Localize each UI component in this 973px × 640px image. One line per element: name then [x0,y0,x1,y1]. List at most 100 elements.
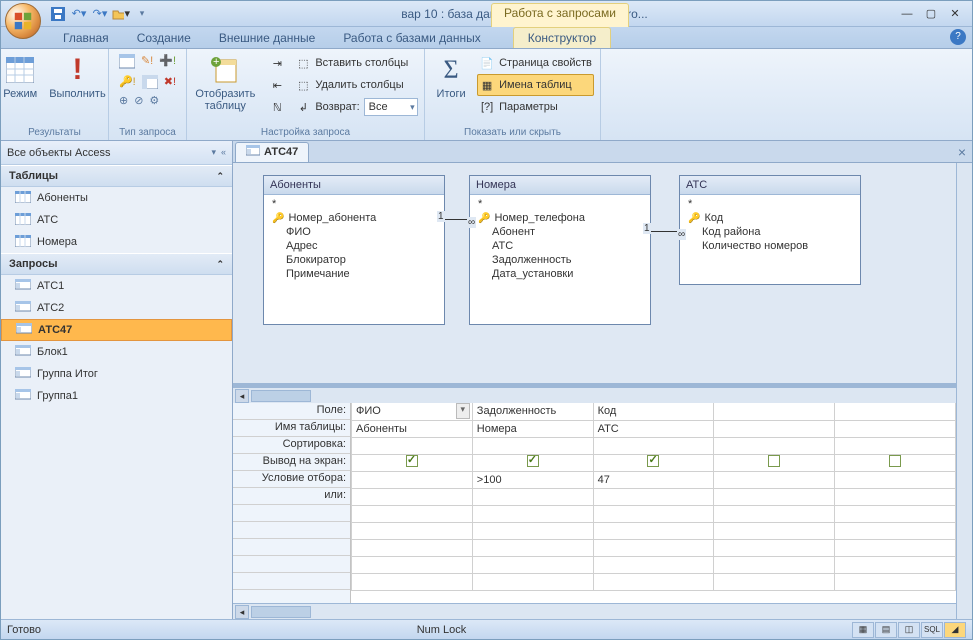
nav-dropdown-icon[interactable]: ▾ « [211,147,226,158]
qbe-cell[interactable]: Код [593,403,714,420]
show-table-button[interactable]: + Отобразить таблицу [191,52,259,114]
qbe-hscroll[interactable]: ◂ [233,603,956,619]
maximize-button[interactable]: ▢ [922,7,940,20]
close-button[interactable]: ✕ [946,7,964,20]
crosstab-icon[interactable] [142,75,158,92]
open-icon[interactable]: ▾ [112,5,130,23]
parameters-button[interactable]: [?]Параметры [477,96,594,118]
nav-item[interactable]: Номера [1,231,232,253]
tab-create[interactable]: Создание [123,28,205,48]
qbe-cell[interactable] [714,471,835,488]
nav-item[interactable]: АТС47 [1,319,232,341]
qbe-cell[interactable] [835,488,956,505]
qbe-columns[interactable]: ФИОЗадолженностьКодАбонентыНомераАТС>100… [351,403,956,603]
qbe-cell[interactable] [714,420,835,437]
qbe-cell[interactable] [593,454,714,471]
datadef-icon[interactable]: ⚙ [149,94,159,107]
qbe-cell[interactable] [472,437,593,454]
qbe-cell[interactable]: АТС [593,420,714,437]
scroll-thumb[interactable] [251,390,311,402]
qbe-cell[interactable] [835,403,956,420]
qbe-cell[interactable] [714,454,835,471]
qbe-cell[interactable] [472,488,593,505]
nav-item[interactable]: Группа1 [1,385,232,407]
tab-home[interactable]: Главная [49,28,123,48]
doc-tab-atc47[interactable]: АТС47 [235,142,309,162]
return-combo[interactable]: Все [364,98,418,116]
qbe-cell[interactable]: Номера [472,420,593,437]
qbe-cell[interactable] [835,437,956,454]
nav-item[interactable]: АТС [1,209,232,231]
redo-icon[interactable]: ↷▾ [91,5,109,23]
qbe-cell[interactable] [352,471,473,488]
qbe-cell[interactable] [835,420,956,437]
qat-more-icon[interactable]: ▾ [133,5,151,23]
qbe-cell[interactable] [593,488,714,505]
delete-cols-button[interactable]: ⬚Удалить столбцы [293,74,419,96]
qbe-cell[interactable] [472,454,593,471]
table-header[interactable]: Номера [470,176,650,195]
passthrough-icon[interactable]: ⊘ [134,94,143,107]
chart-view-button[interactable]: ◫ [898,622,920,638]
make-table-icon[interactable]: ✎! [141,54,153,67]
pivot-view-button[interactable]: ▤ [875,622,897,638]
query-design-surface[interactable]: Абоненты*🔑Номер_абонентаФИОАдресБлокират… [233,163,956,387]
save-icon[interactable] [49,5,67,23]
qbe-cell[interactable]: Абоненты [352,420,473,437]
qbe-cell[interactable]: Задолженность [472,403,593,420]
nav-item[interactable]: Группа Итог [1,363,232,385]
nav-category[interactable]: Запросы⌃ [1,253,232,275]
show-checkbox[interactable] [647,455,659,467]
update-icon[interactable]: 🔑! [119,75,136,88]
nav-item[interactable]: АТС2 [1,297,232,319]
scroll-left-icon[interactable]: ◂ [235,389,249,403]
union-icon[interactable]: ⊕ [119,94,128,107]
table-box[interactable]: Номера*🔑Номер_телефонаАбонентАТСЗадолжен… [469,175,651,325]
table-box[interactable]: Абоненты*🔑Номер_абонентаФИОАдресБлокират… [263,175,445,325]
show-checkbox[interactable] [889,455,901,467]
design-hscroll[interactable]: ◂ [233,387,956,403]
insert-cols-button[interactable]: ⬚Вставить столбцы [293,52,419,74]
qbe-cell[interactable] [352,454,473,471]
qbe-cell[interactable] [352,437,473,454]
qbe-cell[interactable] [593,437,714,454]
office-button[interactable] [5,3,41,39]
append-icon[interactable]: ➕! [159,54,176,67]
undo-icon[interactable]: ↶▾ [70,5,88,23]
insert-rows-button[interactable]: ⇥ [267,52,287,74]
table-header[interactable]: АТС [680,176,860,195]
qbe-cell[interactable] [352,488,473,505]
show-checkbox[interactable] [768,455,780,467]
nav-header[interactable]: Все объекты Access ▾ « [1,141,232,165]
minimize-button[interactable]: — [898,8,916,20]
nav-item[interactable]: Блок1 [1,341,232,363]
tab-external[interactable]: Внешние данные [205,28,330,48]
scroll-thumb[interactable] [251,606,311,618]
datasheet-view-button[interactable]: ▦ [852,622,874,638]
nav-item[interactable]: АТС1 [1,275,232,297]
qbe-cell[interactable]: 47 [593,471,714,488]
table-header[interactable]: Абоненты [264,176,444,195]
table-names-button[interactable]: ▦Имена таблиц [477,74,594,96]
builder-button[interactable]: ℕ [267,96,287,118]
view-button[interactable]: Режим [0,52,41,102]
delete-query-icon[interactable]: ✖! [164,75,176,88]
qbe-cell[interactable] [835,454,956,471]
qbe-cell[interactable]: >100 [472,471,593,488]
design-view-button[interactable]: ◢ [944,622,966,638]
show-checkbox[interactable] [406,455,418,467]
doc-close-button[interactable]: × [958,144,966,160]
scroll-left-icon[interactable]: ◂ [235,605,249,619]
help-button[interactable]: ? [950,29,966,45]
qbe-cell[interactable] [714,437,835,454]
vertical-scrollbar[interactable] [956,163,972,619]
run-button[interactable]: ! Выполнить [45,52,109,102]
qbe-cell[interactable] [714,488,835,505]
show-checkbox[interactable] [527,455,539,467]
totals-button[interactable]: Σ Итоги [431,52,471,102]
delete-rows-button[interactable]: ⇤ [267,74,287,96]
select-query-icon[interactable] [119,54,135,73]
property-sheet-button[interactable]: 📄Страница свойств [477,52,594,74]
sql-view-button[interactable]: SQL [921,622,943,638]
nav-category[interactable]: Таблицы⌃ [1,165,232,187]
